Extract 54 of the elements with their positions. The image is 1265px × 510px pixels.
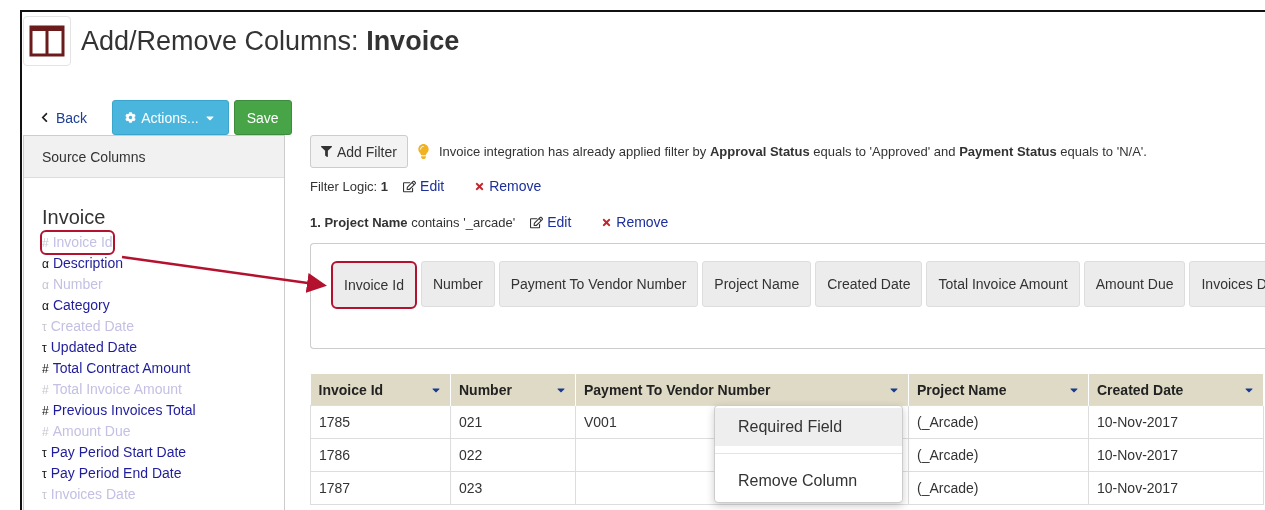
menu-item[interactable]: Required Field xyxy=(715,408,902,446)
column-header[interactable]: Payment To Vendor Number xyxy=(575,374,909,406)
table-cell: 1785 xyxy=(310,405,451,439)
close-icon xyxy=(474,180,486,192)
lightbulb-icon xyxy=(415,144,431,159)
table-cell: 1786 xyxy=(310,438,451,472)
table-cell: 023 xyxy=(450,471,576,505)
filter-logic: Filter Logic: 1 xyxy=(310,178,389,194)
column-chip[interactable]: Invoice Id xyxy=(331,261,417,309)
table-cell: (_Arcade) xyxy=(908,405,1089,439)
page-title: Add/Remove Columns: Invoice xyxy=(81,25,460,57)
source-column-item[interactable]: # Previous Invoices Total xyxy=(42,400,196,421)
table-cell: (_Arcade) xyxy=(908,438,1089,472)
table-cell: 022 xyxy=(450,438,576,472)
source-column-item[interactable]: τ Pay Period Start Date xyxy=(42,442,187,463)
filter-notice: Invoice integration has already applied filter by Approval Status equals to 'Approved' and Payment Status equals to 'N/A'. xyxy=(438,144,1147,159)
source-column-item[interactable]: α Description xyxy=(42,253,123,274)
table-cell: 10-Nov-2017 xyxy=(1088,471,1264,505)
columns-icon xyxy=(29,25,65,57)
source-column-item[interactable]: α Category xyxy=(42,295,110,316)
chevron-left-icon xyxy=(39,112,50,123)
column-chip[interactable]: Number xyxy=(420,261,495,307)
add-filter-button[interactable]: Add Filter xyxy=(310,135,408,168)
source-column-item[interactable]: τ Updated Date xyxy=(42,337,138,358)
edit-icon xyxy=(403,179,417,193)
remove-link[interactable]: Remove xyxy=(601,214,669,230)
panel-header: Source Columns xyxy=(24,136,284,178)
source-column-item[interactable]: τ Pay Period End Date xyxy=(42,463,182,484)
edit-link[interactable]: Edit xyxy=(530,214,572,230)
column-chip[interactable]: Created Date xyxy=(815,261,923,307)
table-cell: (_Arcade) xyxy=(908,471,1089,505)
column-header[interactable]: Project Name xyxy=(908,374,1089,406)
column-header[interactable]: Created Date xyxy=(1088,374,1264,406)
back-link[interactable]: Back xyxy=(39,109,88,126)
group-title: Invoice xyxy=(42,206,107,229)
edit-link[interactable]: Edit xyxy=(403,178,445,194)
column-chip[interactable]: Amount Due xyxy=(1083,261,1186,307)
column-header[interactable]: Invoice Id xyxy=(310,374,451,406)
table-cell: 021 xyxy=(450,405,576,439)
filter-icon xyxy=(321,146,332,157)
column-chip[interactable]: Total Invoice Amount xyxy=(926,261,1080,307)
table-cell: 10-Nov-2017 xyxy=(1088,438,1264,472)
close-icon xyxy=(601,216,613,228)
menu-item[interactable]: Remove Column xyxy=(715,462,902,500)
table-cell: 1787 xyxy=(310,471,451,505)
table-cell: 10-Nov-2017 xyxy=(1088,405,1264,439)
edit-icon xyxy=(530,215,544,229)
column-chip[interactable]: Payment To Vendor Number xyxy=(498,261,699,307)
settings-icon xyxy=(125,112,137,123)
column-chip[interactable]: Project Name xyxy=(702,261,812,307)
remove-link[interactable]: Remove xyxy=(474,178,542,194)
source-column-item[interactable]: # Total Contract Amount xyxy=(42,358,191,379)
filter-condition: 1. Project Name contains '_arcade' xyxy=(310,214,516,230)
column-header[interactable]: Number xyxy=(450,374,576,406)
